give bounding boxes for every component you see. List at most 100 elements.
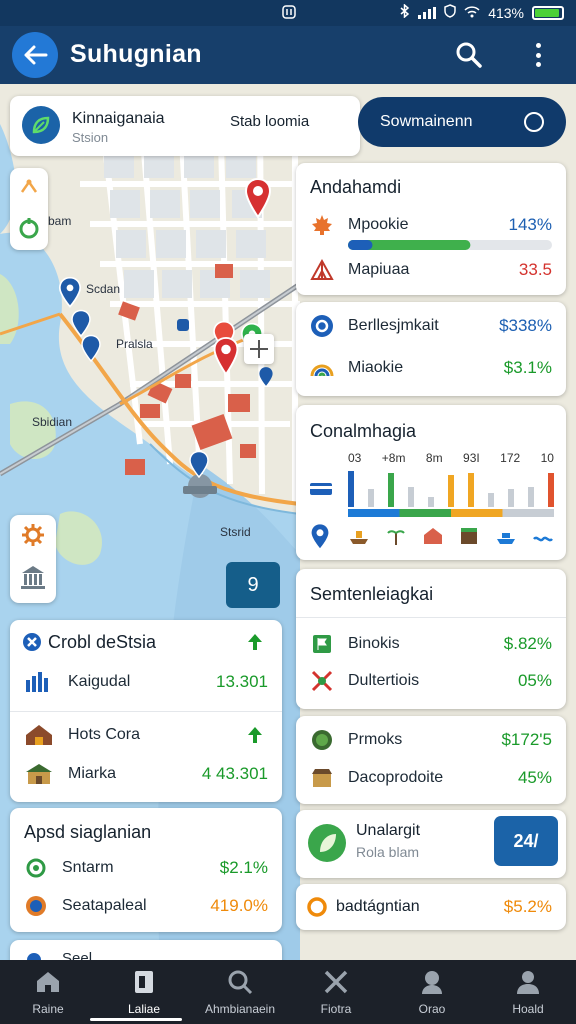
count-badge-button[interactable]: 24/ [494, 816, 558, 866]
tent-icon [310, 258, 334, 280]
card-title: Conalmhagia [310, 421, 417, 441]
tick-label: 03 [348, 451, 362, 465]
blue-map-pin[interactable] [80, 334, 102, 364]
boat-icon [350, 531, 368, 544]
primary-action-button[interactable]: Sowmainenn [358, 97, 566, 147]
route-icon[interactable] [18, 176, 40, 198]
tick-label: +8m [381, 451, 406, 465]
blue-map-pin[interactable] [258, 366, 274, 388]
chart-bar [448, 475, 454, 507]
document-icon [135, 971, 153, 993]
search-icon [228, 970, 253, 995]
house-icon [26, 725, 52, 745]
info-card-a[interactable]: Andahamdi Mpookie 143% Mapiuaa 33.5 [296, 163, 566, 295]
compass-button[interactable] [244, 334, 274, 364]
nav-user[interactable]: Hoald [480, 960, 576, 1024]
info-card-d[interactable]: Crobl deStsia Kaigudal 13.301 Hots Cora … [10, 620, 282, 802]
nav-label: Orao [418, 1002, 446, 1016]
nav-document[interactable]: Laliae [96, 960, 192, 1024]
info-card-h[interactable]: Unalargit Rola blam 24/ [296, 810, 566, 878]
nav-search[interactable]: Ahmbianaein [192, 960, 288, 1024]
tick-label: 172 [500, 451, 521, 465]
tick-label: 8m [425, 451, 443, 465]
card-name: badtágntian [336, 898, 420, 915]
museum-icon[interactable] [20, 563, 46, 591]
location-search-card[interactable]: Kinnaiganaia Stsion Stab loomia [10, 96, 360, 156]
battery-icon [532, 5, 564, 20]
gear-icon[interactable] [21, 523, 45, 547]
location-right-text: Stab loomia [230, 113, 310, 130]
segment [348, 509, 400, 517]
leaf-logo-icon [22, 106, 60, 144]
nav-home[interactable]: Raine [0, 960, 96, 1024]
chart-bar [368, 489, 374, 507]
back-button[interactable] [12, 32, 58, 78]
row-value: $338% [499, 316, 552, 335]
map-label: Scdan [86, 282, 121, 296]
user-icon [517, 971, 539, 994]
row-name: Dacoprodoite [348, 769, 444, 786]
info-card-f[interactable]: Apsd siaglanian Sntarm $2.1% Seatapaleal… [10, 808, 282, 932]
blue-map-pin[interactable] [58, 276, 82, 310]
badge-icon [26, 896, 46, 916]
row-value: 13.301 [216, 672, 268, 691]
info-card-e[interactable]: Semtenleiagkai Binokis $.82% Dultertiois… [296, 569, 566, 709]
info-card-g[interactable]: Prmoks $172'5 Dacoprodoite 45% [296, 716, 566, 804]
row-name: Dultertiois [348, 672, 420, 689]
poi-icon[interactable] [176, 318, 190, 332]
nav-tools[interactable]: Fiotra [288, 960, 384, 1024]
up-arrow-icon [248, 634, 262, 650]
row-name: Sntarm [62, 859, 114, 876]
app-bar: Suhugnian [0, 26, 576, 84]
search-button[interactable] [454, 40, 484, 70]
page-title: Suhugnian [70, 40, 202, 68]
nav-label: Ahmbianaein [204, 1002, 276, 1016]
locate-button[interactable]: 9 [226, 562, 280, 608]
map-label: bam [48, 214, 72, 228]
row-name: Miarka [68, 765, 117, 782]
chart-bar [348, 471, 354, 507]
close-circle-icon [23, 633, 41, 651]
circle-o-icon [311, 315, 333, 337]
chart-bar [428, 497, 434, 507]
chart-bar [408, 487, 414, 507]
nfc-icon [282, 5, 296, 22]
map-label: Pralsla [116, 337, 153, 351]
active-tab-indicator [90, 1018, 182, 1021]
ring-icon [307, 897, 327, 917]
row-name: Hots Cora [68, 726, 141, 743]
info-card-b[interactable]: Berllesjmkait $338% Miaokie $3.1% [296, 302, 566, 396]
info-card-c[interactable]: Conalmhagia 03 +8m 8m 93I 172 10 [296, 405, 566, 560]
more-options-button[interactable] [526, 40, 550, 70]
chart-bar [528, 487, 534, 507]
rainbow-icon [310, 364, 334, 377]
row-name: Prmoks [348, 731, 403, 748]
segment [502, 509, 554, 517]
search-icon [456, 42, 482, 68]
chart-bar [548, 473, 554, 507]
red-map-pin[interactable] [244, 177, 272, 221]
chart-bar [468, 473, 474, 507]
card-sub: Rola blam [356, 844, 420, 860]
row-value: $3.1% [503, 358, 552, 377]
hut-icon [26, 764, 52, 784]
red-map-pin[interactable] [212, 336, 240, 378]
chart-bar [508, 489, 514, 507]
market-icon [312, 769, 332, 787]
back-arrow-icon [24, 45, 48, 65]
recycle-icon[interactable] [18, 216, 40, 240]
blue-map-pin[interactable] [188, 450, 210, 480]
tick-label: 10 [540, 451, 554, 465]
map-label: Sbidian [32, 415, 73, 429]
row-value: $2.1% [219, 858, 268, 877]
info-card-i[interactable]: badtágntian $5.2% [296, 884, 566, 930]
status-bar: 413% [0, 0, 576, 26]
location-title: Kinnaiganaia [72, 110, 165, 127]
chart-bar [388, 473, 394, 507]
leaf-badge-icon [308, 824, 346, 862]
card-title: Apsd siaglanian [24, 822, 152, 842]
row-name: Mapiuaa [348, 261, 410, 278]
map-tools [10, 168, 48, 250]
row-value: 143% [508, 215, 552, 234]
nav-person[interactable]: Orao [384, 960, 480, 1024]
